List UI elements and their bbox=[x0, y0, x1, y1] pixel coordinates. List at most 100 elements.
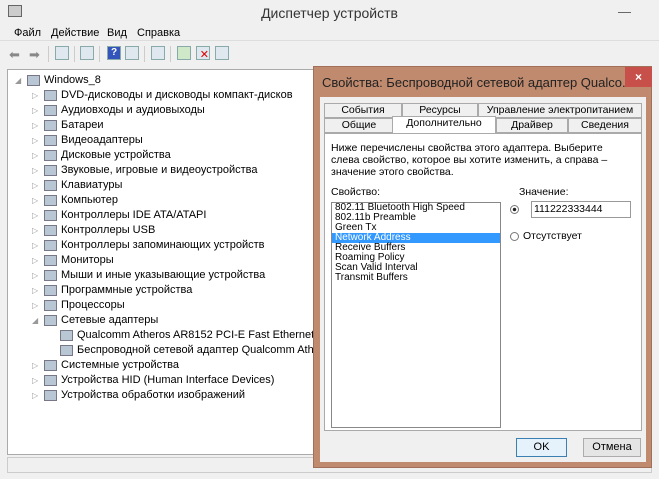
expand-arrow-icon[interactable]: ▷ bbox=[32, 268, 38, 283]
tree-item-label: DVD-дисководы и дисководы компакт-дисков bbox=[61, 89, 293, 101]
window-title: Диспетчер устройств bbox=[261, 5, 398, 21]
tree-item-label: Контроллеры IDE ATA/ATAPI bbox=[61, 209, 207, 221]
device-icon bbox=[44, 225, 57, 236]
tab-general[interactable]: Общие bbox=[324, 118, 394, 133]
scan-hardware-icon[interactable] bbox=[151, 46, 165, 60]
device-icon bbox=[44, 285, 57, 296]
menu-action[interactable]: Действие bbox=[51, 27, 99, 39]
tree-item-label: Клавиатуры bbox=[61, 179, 123, 191]
expand-arrow-icon[interactable]: ▷ bbox=[32, 178, 38, 193]
value-input[interactable]: 111222333444 bbox=[531, 201, 631, 218]
device-icon bbox=[44, 270, 57, 281]
minimize-button[interactable]: — bbox=[618, 4, 631, 19]
device-icon bbox=[60, 330, 73, 341]
menu-bar: Файл Действие Вид Справка bbox=[0, 25, 659, 41]
tree-item-label: Устройства обработки изображений bbox=[61, 389, 246, 401]
close-button[interactable]: × bbox=[625, 67, 652, 87]
expand-arrow-icon[interactable]: ▷ bbox=[32, 103, 38, 118]
tree-item-label: Дисковые устройства bbox=[61, 149, 171, 161]
tree-root-label: Windows_8 bbox=[44, 74, 101, 86]
device-icon bbox=[44, 255, 57, 266]
device-icon bbox=[44, 165, 57, 176]
device-icon bbox=[44, 105, 57, 116]
expand-arrow-icon[interactable]: ▷ bbox=[32, 358, 38, 373]
ok-button[interactable]: OK bbox=[516, 438, 567, 457]
dialog-client: События Ресурсы Управление электропитани… bbox=[320, 97, 646, 462]
device-icon bbox=[60, 345, 73, 356]
value-radio[interactable] bbox=[510, 205, 519, 214]
update-driver-icon[interactable] bbox=[177, 46, 191, 60]
device-icon bbox=[44, 315, 57, 326]
property-label: Свойство: bbox=[331, 186, 381, 198]
tree-item-label: Системные устройства bbox=[61, 359, 180, 371]
menu-file[interactable]: Файл bbox=[14, 27, 41, 39]
device-icon bbox=[44, 375, 57, 386]
expand-arrow-icon[interactable]: ▷ bbox=[32, 388, 38, 403]
property-list[interactable]: 802.11 Bluetooth High Speed 802.11b Pream… bbox=[331, 202, 501, 428]
device-icon bbox=[44, 300, 57, 311]
tree-item-label: Процессоры bbox=[61, 299, 125, 311]
tree-item-label: Видеоадаптеры bbox=[61, 134, 143, 146]
tab-power-management[interactable]: Управление электропитанием bbox=[478, 103, 642, 118]
dialog-title: Свойства: Беспроводной сетевой адаптер Q… bbox=[322, 75, 633, 90]
device-icon bbox=[44, 90, 57, 101]
toolbar: ⬅ ➡ ? ✕ bbox=[0, 42, 659, 66]
device-icon bbox=[44, 135, 57, 146]
tree-item-label: Контроллеры USB bbox=[61, 224, 156, 236]
tab-advanced[interactable]: Дополнительно bbox=[392, 116, 496, 133]
expand-arrow-icon[interactable]: ▷ bbox=[32, 163, 38, 178]
device-icon bbox=[27, 75, 40, 86]
expand-arrow-icon[interactable]: ▷ bbox=[32, 133, 38, 148]
tree-item-label: Устройства HID (Human Interface Devices) bbox=[61, 374, 275, 386]
expand-arrow-icon[interactable]: ▷ bbox=[32, 253, 38, 268]
tree-item-label: Программные устройства bbox=[61, 284, 193, 296]
expand-arrow-icon[interactable]: ◢ bbox=[15, 73, 21, 88]
properties-icon[interactable] bbox=[80, 46, 94, 60]
expand-arrow-icon[interactable]: ▷ bbox=[32, 118, 38, 133]
expand-arrow-icon[interactable]: ◢ bbox=[32, 313, 38, 328]
tree-item-label: Звуковые, игровые и видеоустройства bbox=[61, 164, 258, 176]
forward-icon[interactable]: ➡ bbox=[29, 47, 40, 63]
property-item[interactable]: Transmit Buffers bbox=[332, 273, 500, 283]
device-icon bbox=[44, 120, 57, 131]
tree-item-label: Компьютер bbox=[61, 194, 118, 206]
expand-arrow-icon[interactable]: ▷ bbox=[32, 223, 38, 238]
device-icon bbox=[44, 240, 57, 251]
expand-arrow-icon[interactable]: ▷ bbox=[32, 88, 38, 103]
expand-arrow-icon[interactable]: ▷ bbox=[32, 193, 38, 208]
cancel-button[interactable]: Отмена bbox=[583, 438, 641, 457]
tab-details[interactable]: Сведения bbox=[568, 118, 642, 133]
tree-item-label: Сетевые адаптеры bbox=[61, 314, 159, 326]
expand-arrow-icon[interactable]: ▷ bbox=[32, 283, 38, 298]
title-bar: Диспетчер устройств — bbox=[0, 0, 659, 25]
console-tree-icon[interactable] bbox=[55, 46, 69, 60]
expand-arrow-icon[interactable]: ▷ bbox=[32, 208, 38, 223]
menu-view[interactable]: Вид bbox=[107, 27, 127, 39]
expand-arrow-icon[interactable]: ▷ bbox=[32, 373, 38, 388]
device-icon bbox=[44, 210, 57, 221]
tree-item-label: Мониторы bbox=[61, 254, 114, 266]
value-label: Значение: bbox=[519, 186, 569, 198]
device-icon bbox=[44, 390, 57, 401]
device-icon bbox=[44, 360, 57, 371]
properties-dialog: Свойства: Беспроводной сетевой адаптер Q… bbox=[313, 66, 652, 468]
back-icon[interactable]: ⬅ bbox=[9, 47, 20, 63]
tree-item-label: Мыши и иные указывающие устройства bbox=[61, 269, 266, 281]
tab-driver[interactable]: Драйвер bbox=[496, 118, 568, 133]
help-icon[interactable]: ? bbox=[107, 46, 121, 60]
tree-child-label: Беспроводной сетевой адаптер Qualcomm At… bbox=[77, 344, 353, 356]
tree-item-label: Батареи bbox=[61, 119, 104, 131]
action-pane-icon[interactable] bbox=[125, 46, 139, 60]
tab-events[interactable]: События bbox=[324, 103, 402, 118]
expand-arrow-icon[interactable]: ▷ bbox=[32, 148, 38, 163]
menu-help[interactable]: Справка bbox=[137, 27, 180, 39]
expand-arrow-icon[interactable]: ▷ bbox=[32, 238, 38, 253]
absent-radio[interactable] bbox=[510, 232, 519, 241]
disable-device-icon[interactable]: ✕ bbox=[196, 46, 210, 61]
absent-label: Отсутствует bbox=[523, 230, 582, 242]
uninstall-device-icon[interactable] bbox=[215, 46, 229, 60]
expand-arrow-icon[interactable]: ▷ bbox=[32, 298, 38, 313]
device-icon bbox=[44, 150, 57, 161]
device-icon bbox=[44, 195, 57, 206]
description-text: Ниже перечислены свойства этого адаптера… bbox=[331, 142, 608, 178]
